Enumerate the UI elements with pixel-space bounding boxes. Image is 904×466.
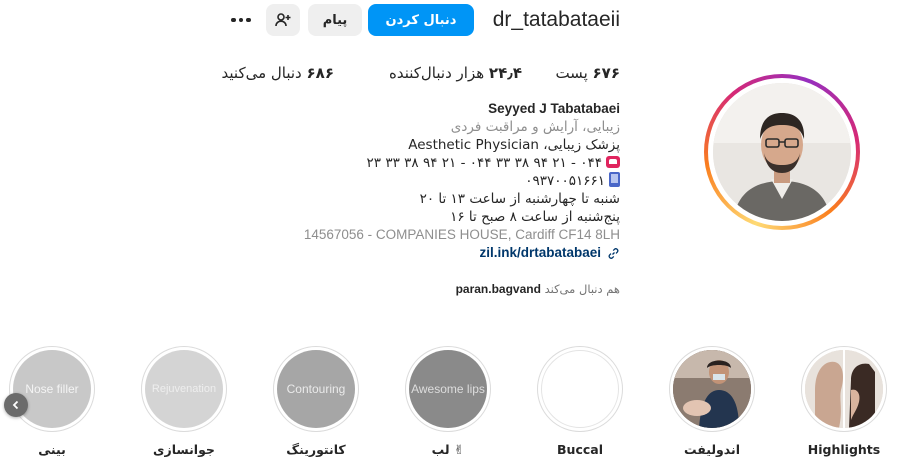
- message-button[interactable]: پیام: [308, 4, 362, 36]
- bio-line-mobile: ۰۹۳۷۰۰۵۱۶۶۱: [260, 172, 620, 190]
- more-options-icon[interactable]: [226, 8, 256, 32]
- avatar-photo: [713, 83, 851, 221]
- followed-by-text[interactable]: هم دنبال می‌کند paran.bagvand: [456, 282, 620, 296]
- highlight-item[interactable]: Contouring کانتورینگ: [272, 346, 360, 457]
- following-count[interactable]: ۶۸۶ دنبال می‌کنید: [222, 64, 334, 82]
- highlight-item[interactable]: Rejuvenation جوانسازی: [140, 346, 228, 457]
- highlight-thumbnail: [805, 350, 883, 428]
- bio-line-title: پزشک زیبایی، Aesthetic Physician: [408, 137, 620, 153]
- posts-count: ۶۷۶ پست: [555, 64, 620, 82]
- profile-category: زیبایی، آرایش و مراقبت فردی: [450, 119, 620, 135]
- highlight-thumbnail: [673, 350, 751, 428]
- highlight-label: Highlights: [807, 442, 881, 457]
- followers-count[interactable]: ۲۴٫۴ هزار دنبال‌کننده: [389, 64, 522, 82]
- link-icon: [608, 247, 619, 259]
- bio-line-hours-weekdays: شنبه تا چهارشنبه از ساعت ۱۳ تا ۲۰: [419, 191, 620, 207]
- telephone-icon: [606, 156, 620, 168]
- add-person-icon: [275, 13, 291, 27]
- suggest-user-button[interactable]: [266, 4, 300, 36]
- profile-full-name: Seyyed J Tabatabaei: [488, 101, 620, 116]
- bio-line-hours-thursday: پنج‌شنبه از ساعت ۸ صبح تا ۱۶: [450, 209, 620, 225]
- highlight-label: جوانسازی: [153, 442, 215, 457]
- profile-username: dr_tatabataeii: [492, 8, 620, 31]
- highlight-label: Buccal: [557, 442, 603, 457]
- highlight-label: لب ✌: [431, 442, 465, 457]
- highlight-item[interactable]: اندولیفت: [668, 346, 756, 457]
- highlights-scroll-left-button[interactable]: [4, 393, 28, 417]
- highlight-item[interactable]: Buccal: [536, 346, 624, 457]
- highlight-label: اندولیفت: [684, 442, 740, 457]
- highlight-item[interactable]: Awesome lips لب ✌: [404, 346, 492, 457]
- bio-external-link[interactable]: zil.ink/drtabatabaei: [260, 244, 620, 262]
- profile-bio: Seyyed J Tabatabaei زیبایی، آرایش و مراق…: [260, 100, 620, 262]
- chevron-left-icon: [12, 400, 19, 410]
- bio-line-phone: ۰۴۴ - ۲۱ ۹۴ ۳۸ ۳۳ ۰۴۴ - ۲۱ ۹۴ ۳۸ ۳۳ ۲۳: [260, 154, 620, 172]
- highlight-label: بینی: [38, 442, 66, 457]
- profile-avatar[interactable]: [704, 74, 860, 230]
- mobile-phone-icon: [609, 172, 620, 187]
- highlight-label: کانتورینگ: [286, 442, 346, 457]
- highlight-item[interactable]: Highlights: [800, 346, 888, 457]
- bio-address: 14567056 - COMPANIES HOUSE, Cardiff CF14…: [303, 227, 620, 242]
- follow-button[interactable]: دنبال کردن: [368, 4, 474, 36]
